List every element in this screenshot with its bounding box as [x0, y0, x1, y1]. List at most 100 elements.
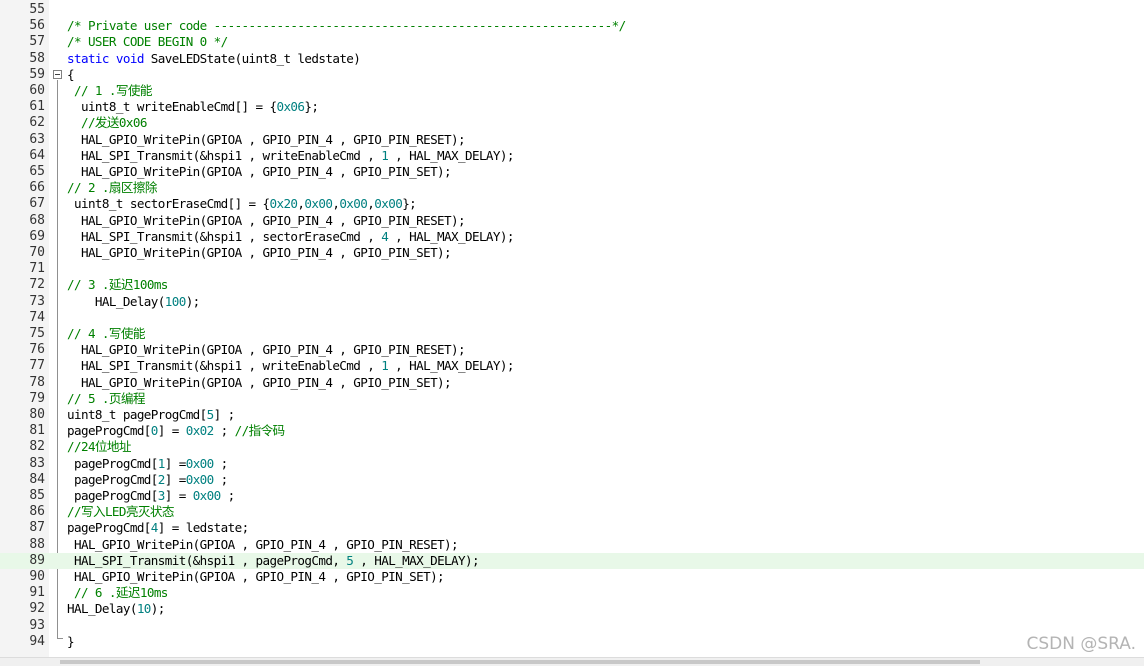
number-token: 0x06	[276, 99, 305, 115]
code-line[interactable]: 80 uint8_t pageProgCmd[5] ;	[0, 407, 1144, 423]
line-number: 59	[29, 66, 45, 82]
code-line[interactable]: 57 /* USER CODE BEGIN 0 */	[0, 34, 1144, 50]
code-text: // 5 .页编程	[67, 391, 145, 407]
code-line[interactable]: 81 pageProgCmd[0] = 0x02 ; //指令码	[0, 423, 1144, 439]
code-text: pageProgCmd[2] =0x00 ;	[67, 472, 228, 488]
line-number: 86	[29, 504, 45, 520]
code-line[interactable]: 72 // 3 .延迟100ms	[0, 277, 1144, 293]
code-line[interactable]: 83 pageProgCmd[1] =0x00 ;	[0, 456, 1144, 472]
code-text: HAL_GPIO_WritePin(GPIOA , GPIO_PIN_4 , G…	[67, 569, 445, 585]
code-token: pageProgCmd[	[67, 423, 151, 439]
code-text: //发送0x06	[67, 115, 148, 131]
line-number: 75	[29, 326, 45, 341]
code-line[interactable]: 60 // 1 .写使能	[0, 83, 1144, 99]
code-line[interactable]: 93	[0, 618, 1144, 634]
code-line[interactable]: 71	[0, 261, 1144, 277]
line-number: 79	[29, 390, 45, 406]
code-line[interactable]: 85 pageProgCmd[3] = 0x00 ;	[0, 488, 1144, 504]
code-token: uint8_t sectorEraseCmd[] = {	[67, 196, 270, 212]
code-line[interactable]: 91 // 6 .延迟10ms	[0, 585, 1144, 601]
code-line[interactable]: 89 HAL_SPI_Transmit(&hspi1 , pageProgCmd…	[0, 552, 1144, 569]
line-number: 63	[29, 131, 45, 147]
line-number: 78	[29, 374, 45, 390]
line-number: 58	[29, 50, 45, 66]
code-line[interactable]: 75 // 4 .写使能	[0, 326, 1144, 342]
code-line[interactable]: 73 HAL_Delay(100);	[0, 294, 1144, 310]
code-text: HAL_SPI_Transmit(&hspi1 , writeEnableCmd…	[67, 358, 515, 374]
code-line[interactable]: 87 pageProgCmd[4] = ledstate;	[0, 520, 1144, 536]
line-number: 60	[29, 83, 45, 98]
comment-token: // 4 .写使能	[67, 326, 145, 341]
code-line[interactable]: 70 HAL_GPIO_WritePin(GPIOA , GPIO_PIN_4 …	[0, 245, 1144, 261]
code-line[interactable]: 61 uint8_t writeEnableCmd[] = {0x06};	[0, 99, 1144, 115]
code-line[interactable]: 69 HAL_SPI_Transmit(&hspi1 , sectorErase…	[0, 229, 1144, 245]
line-number: 74	[29, 309, 45, 325]
code-line[interactable]: 67 uint8_t sectorEraseCmd[] = {0x20,0x00…	[0, 196, 1144, 212]
line-number: 84	[29, 471, 45, 487]
line-number: 72	[29, 277, 45, 293]
line-number: 76	[29, 342, 45, 358]
code-text: /* USER CODE BEGIN 0 */	[67, 34, 228, 50]
comment-token: // 1 .写使能	[67, 83, 152, 98]
code-token: , HAL_MAX_DELAY);	[388, 147, 514, 163]
line-number: 69	[29, 228, 45, 244]
code-line[interactable]: 78 HAL_GPIO_WritePin(GPIOA , GPIO_PIN_4 …	[0, 375, 1144, 391]
code-line[interactable]: 82 //24位地址	[0, 439, 1144, 455]
code-line[interactable]: 79 // 5 .页编程	[0, 391, 1144, 407]
code-line[interactable]: 94}	[0, 634, 1144, 650]
scrollbar-thumb[interactable]	[60, 660, 980, 664]
comment-token: //指令码	[234, 423, 286, 439]
code-token: HAL_SPI_Transmit(&hspi1 , pageProgCmd,	[67, 552, 347, 568]
code-token: HAL_Delay(	[67, 601, 137, 617]
code-text: uint8_t writeEnableCmd[] = {0x06};	[67, 99, 319, 115]
code-line[interactable]: 84 pageProgCmd[2] =0x00 ;	[0, 472, 1144, 488]
line-number: 81	[29, 423, 45, 439]
code-line[interactable]: 68 HAL_GPIO_WritePin(GPIOA , GPIO_PIN_4 …	[0, 213, 1144, 229]
code-line[interactable]: 76 HAL_GPIO_WritePin(GPIOA , GPIO_PIN_4 …	[0, 342, 1144, 358]
code-token: HAL_GPIO_WritePin(GPIOA , GPIO_PIN_4 , G…	[67, 374, 452, 390]
number-token: 2	[157, 471, 166, 487]
code-editor[interactable]: 55 56 /* Private user code ---------------…	[0, 0, 1144, 657]
code-text: // 1 .写使能	[67, 83, 152, 99]
line-number: 62	[29, 115, 45, 131]
comment-token: /* USER CODE BEGIN 0 */	[67, 34, 228, 50]
code-line[interactable]: 88 HAL_GPIO_WritePin(GPIOA , GPIO_PIN_4 …	[0, 537, 1144, 553]
code-line[interactable]: 62 //发送0x06	[0, 115, 1144, 131]
line-number: 56	[29, 18, 45, 34]
line-number: 57	[29, 34, 45, 50]
code-line[interactable]: 63 HAL_GPIO_WritePin(GPIOA , GPIO_PIN_4 …	[0, 132, 1144, 148]
line-number: 92	[29, 601, 45, 617]
line-number: 68	[29, 212, 45, 228]
line-number: 64	[29, 147, 45, 163]
code-line[interactable]: 55	[0, 2, 1144, 18]
code-token: HAL_GPIO_WritePin(GPIOA , GPIO_PIN_4 , G…	[67, 131, 466, 147]
code-text: HAL_GPIO_WritePin(GPIOA , GPIO_PIN_4 , G…	[67, 374, 452, 391]
code-line[interactable]: 74	[0, 310, 1144, 326]
code-token: }	[67, 633, 75, 649]
code-line[interactable]: 65 HAL_GPIO_WritePin(GPIOA , GPIO_PIN_4 …	[0, 164, 1144, 180]
number-token: 0x20	[269, 196, 298, 212]
code-line[interactable]: 66 // 2 .扇区擦除	[0, 180, 1144, 196]
code-line[interactable]: 90 HAL_GPIO_WritePin(GPIOA , GPIO_PIN_4 …	[0, 569, 1144, 585]
code-line[interactable]: 77 HAL_SPI_Transmit(&hspi1 , writeEnable…	[0, 358, 1144, 374]
code-line[interactable]: 86 //写入LED亮灭状态	[0, 504, 1144, 520]
line-number: 65	[29, 164, 45, 179]
code-text: pageProgCmd[4] = ledstate;	[67, 520, 249, 536]
code-token: ;	[220, 488, 236, 503]
code-line[interactable]: 59 {	[0, 67, 1144, 83]
code-line[interactable]: 92 HAL_Delay(10);	[0, 601, 1144, 617]
code-text: HAL_GPIO_WritePin(GPIOA , GPIO_PIN_4 , G…	[67, 537, 459, 553]
code-token: ] =	[157, 423, 186, 439]
line-number: 85	[29, 488, 45, 503]
comment-token: //写入LED亮灭状态	[67, 504, 174, 520]
line-number: 82	[29, 439, 45, 455]
code-token: uint8_t pageProgCmd[	[67, 407, 207, 422]
code-token: };	[304, 99, 319, 115]
code-line[interactable]: 56 /* Private user code -----------------…	[0, 18, 1144, 34]
line-number: 70	[29, 245, 45, 260]
code-line[interactable]: 58 static void SaveLEDState(uint8_t ledst…	[0, 51, 1144, 67]
line-number: 87	[29, 520, 45, 536]
comment-token: // 2 .扇区擦除	[67, 180, 157, 196]
code-line[interactable]: 64 HAL_SPI_Transmit(&hspi1 , writeEnable…	[0, 148, 1144, 164]
line-number: 67	[29, 196, 45, 212]
